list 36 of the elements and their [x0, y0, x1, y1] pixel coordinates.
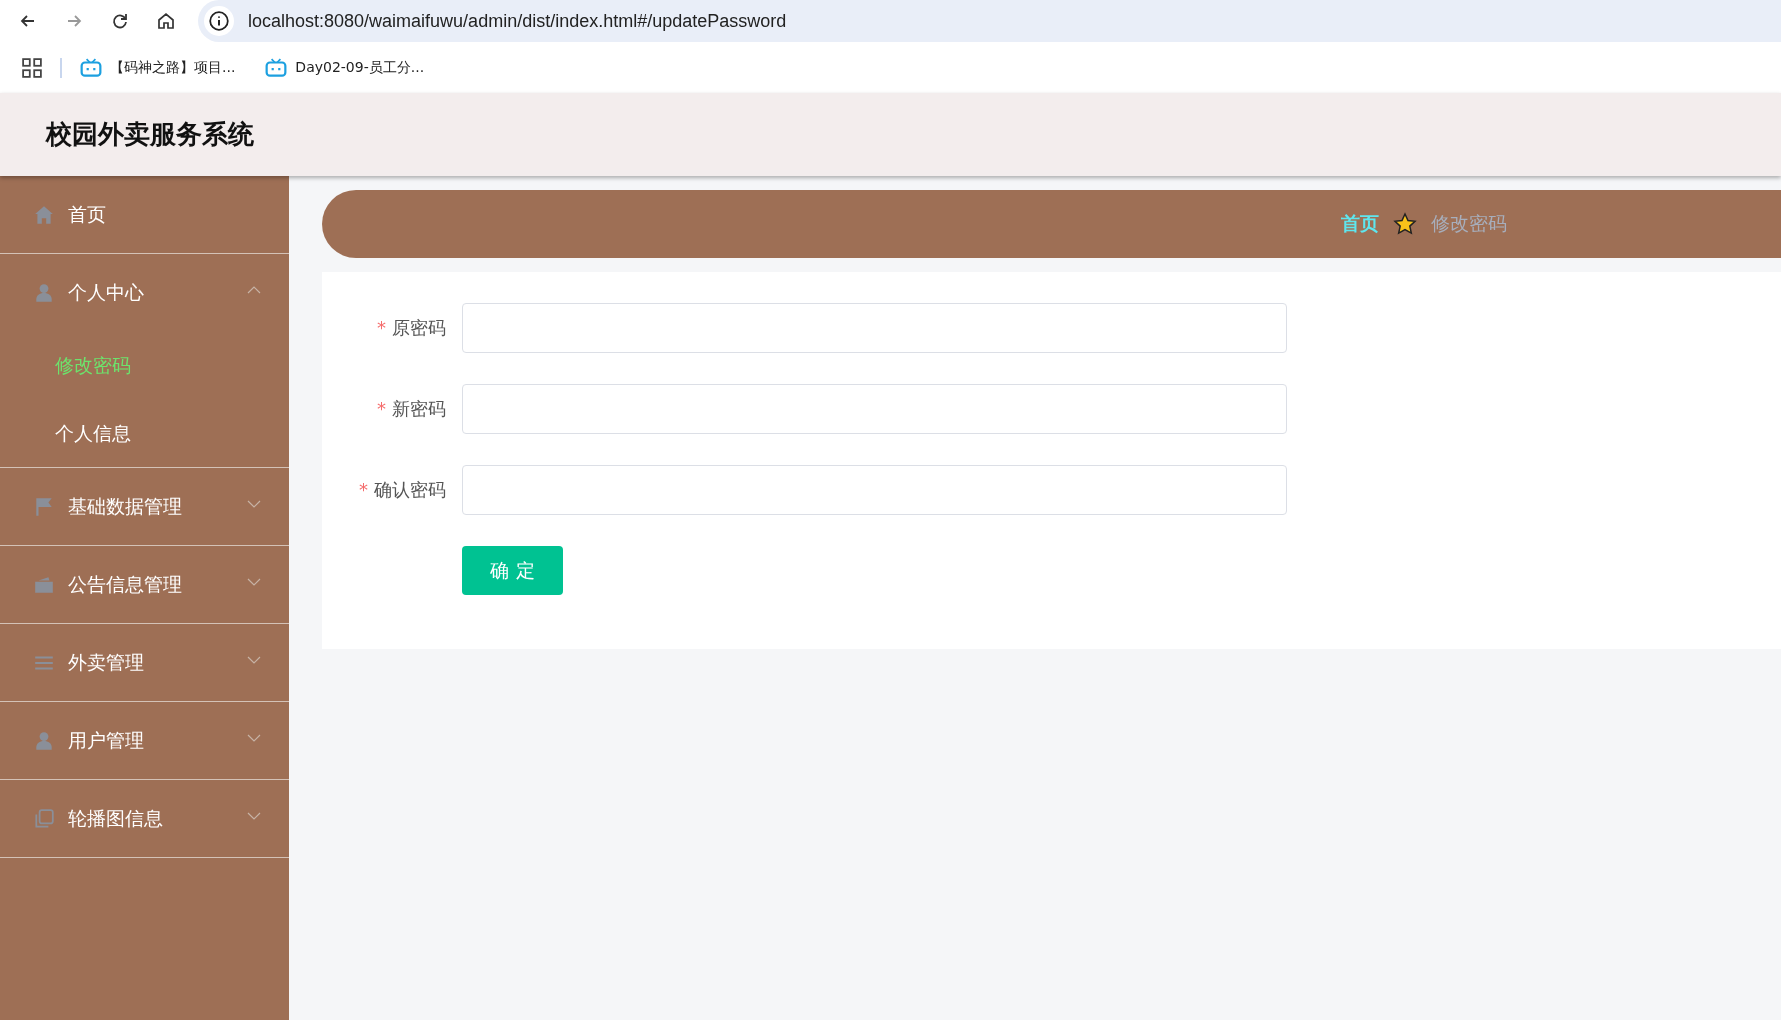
tv-icon — [265, 57, 288, 78]
person-icon — [33, 281, 55, 304]
home-icon[interactable] — [156, 11, 176, 31]
bookmark[interactable]: 【码神之路】项目... — [80, 57, 236, 78]
field-label: 确认密码 — [374, 479, 446, 500]
menu-item[interactable]: 外卖管理 — [0, 624, 289, 701]
copy-icon — [33, 807, 55, 830]
menu-item[interactable]: 轮播图信息 — [0, 780, 289, 857]
required-mark: * — [377, 317, 386, 338]
address-bar[interactable]: localhost:8080/waimaifuwu/admin/dist/index.html#/updatePassword — [198, 0, 1781, 42]
url-text: localhost:8080/waimaifuwu/admin/dist/index.html#/updatePassword — [248, 10, 787, 32]
breadcrumb-current: 修改密码 — [1431, 211, 1507, 236]
required-mark: * — [359, 479, 368, 500]
submenu-item[interactable]: 修改密码 — [0, 331, 289, 399]
confirm-button[interactable]: 确 定 — [462, 546, 563, 595]
bookmark[interactable]: Day02-09-员工分... — [265, 57, 425, 78]
apps-grid-icon[interactable] — [22, 57, 42, 78]
menu-item[interactable]: 基础数据管理 — [0, 468, 289, 545]
app-title: 校园外卖服务系统 — [46, 118, 254, 151]
field-label: 新密码 — [392, 398, 446, 419]
info-icon[interactable] — [204, 6, 234, 36]
reload-icon[interactable] — [110, 11, 130, 31]
required-mark: * — [377, 398, 386, 419]
star-icon — [1393, 212, 1417, 236]
breadcrumb-link[interactable]: 首页 — [1341, 211, 1379, 237]
submenu-item[interactable]: 个人信息 — [0, 399, 289, 467]
menu-item[interactable]: 公告信息管理 — [0, 546, 289, 623]
field-label: 原密码 — [392, 317, 446, 338]
tv-icon — [80, 57, 102, 78]
menu-item[interactable]: 首页 — [0, 176, 289, 253]
password-field[interactable] — [462, 303, 1287, 353]
menu-item[interactable]: 个人中心 — [0, 254, 289, 331]
menu-item[interactable]: 用户管理 — [0, 702, 289, 779]
password-field[interactable] — [462, 384, 1287, 434]
password-field[interactable] — [462, 465, 1287, 515]
person-icon — [33, 729, 55, 752]
